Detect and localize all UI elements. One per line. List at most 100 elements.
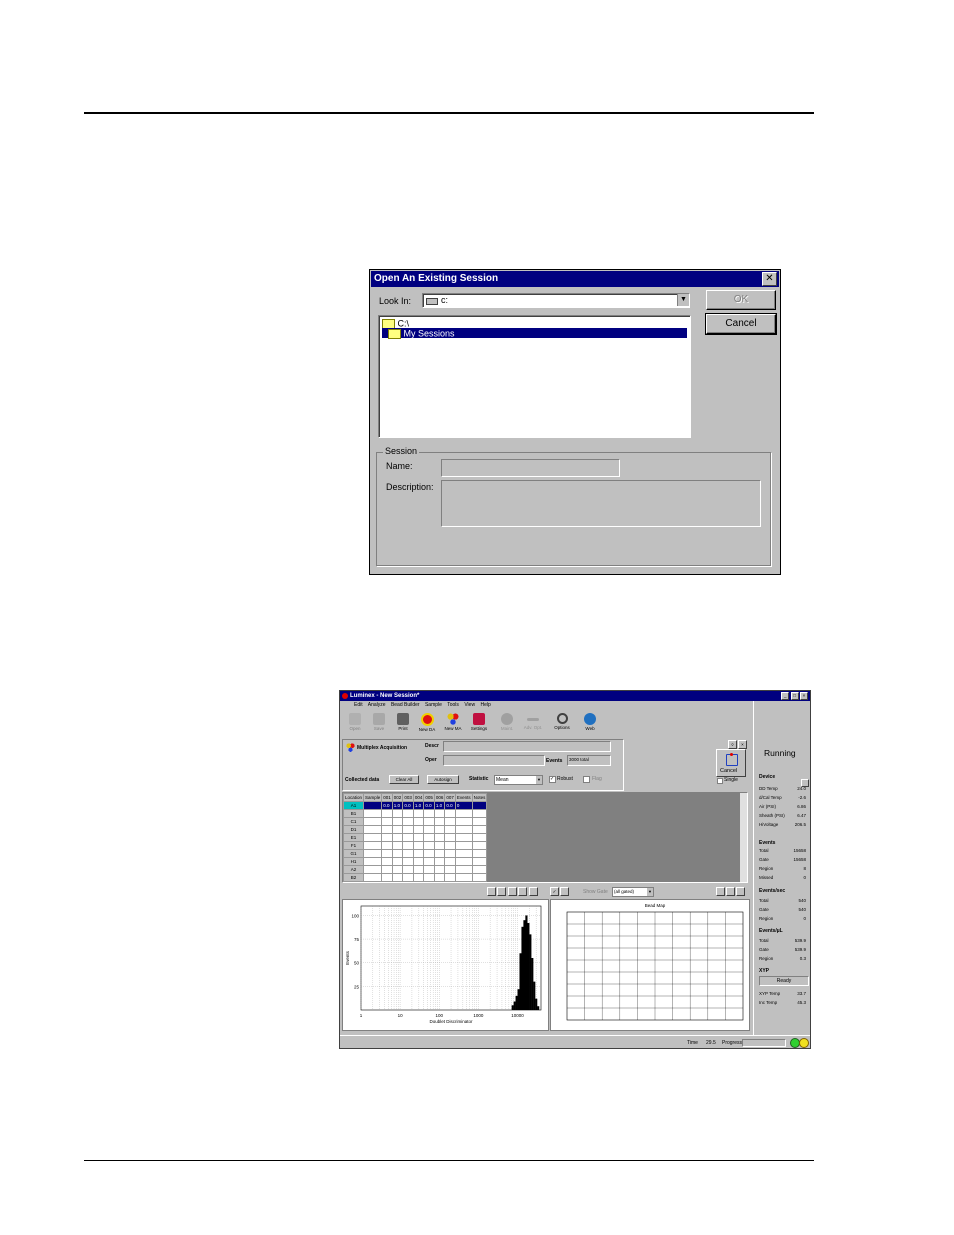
grid-header-cell[interactable]: Location <box>343 793 365 802</box>
dialog-close-icon[interactable]: ✕ <box>762 272 777 286</box>
grid-cell[interactable] <box>402 865 414 874</box>
grid-cell[interactable] <box>423 841 435 850</box>
grid-cell[interactable] <box>471 849 488 858</box>
grid-cell[interactable] <box>454 849 473 858</box>
menu-bead-builder[interactable]: Bead Builder <box>391 702 420 708</box>
open-button[interactable]: Open <box>343 712 367 736</box>
grid-cell[interactable] <box>412 833 425 842</box>
grid-cell[interactable] <box>471 801 488 810</box>
grid-cell[interactable] <box>412 857 425 866</box>
grid-cell[interactable] <box>363 817 383 826</box>
grid-cell[interactable] <box>423 809 435 818</box>
grid-cell[interactable] <box>444 825 456 834</box>
grid-cell[interactable] <box>454 857 473 866</box>
grid-cell[interactable]: 0 <box>454 801 473 810</box>
ok-button[interactable]: OK <box>706 290 776 310</box>
menu-view[interactable]: View <box>464 702 475 708</box>
grid-cell[interactable] <box>402 849 414 858</box>
folder-tree[interactable]: C:\ My Sessions <box>378 315 691 438</box>
grid-cell[interactable] <box>402 825 414 834</box>
pin-icon[interactable]: ◊ <box>728 740 737 749</box>
oper-field[interactable] <box>443 755 545 766</box>
grid-cell[interactable] <box>412 817 425 826</box>
statistic-select[interactable]: Mean ▼ <box>494 775 543 785</box>
grid-cell[interactable] <box>433 865 446 874</box>
zoom-y-icon[interactable] <box>497 887 507 896</box>
grid-cell[interactable] <box>391 849 404 858</box>
web-button[interactable]: Web <box>578 712 602 736</box>
grid-header-cell[interactable]: 004 <box>412 793 425 802</box>
grid-cell[interactable] <box>454 873 473 882</box>
grid-cell[interactable] <box>402 833 414 842</box>
grid-cell[interactable] <box>471 833 488 842</box>
grid-header-cell[interactable]: 005 <box>423 793 435 802</box>
zoom-icon[interactable] <box>716 887 725 896</box>
table-row[interactable]: B2 <box>343 873 488 882</box>
grid-cell[interactable] <box>363 833 383 842</box>
chevron-down-icon[interactable]: ▼ <box>647 888 653 896</box>
grid-cell[interactable] <box>412 825 425 834</box>
single-checkbox[interactable] <box>717 778 723 784</box>
grid-cell[interactable] <box>412 865 425 874</box>
grid-cell[interactable] <box>391 833 404 842</box>
grid-cell[interactable] <box>471 873 488 882</box>
flag-checkbox[interactable] <box>583 776 590 783</box>
grid-cell[interactable] <box>402 817 414 826</box>
table-row[interactable]: A1 0.0 1.0 0.0 1.0 0.0 1.0 0.0 0 <box>343 801 488 810</box>
table-row[interactable]: G1 <box>343 849 488 858</box>
grid-cell[interactable] <box>381 857 393 866</box>
grid-cell[interactable] <box>391 865 404 874</box>
grid-cell[interactable] <box>381 873 393 882</box>
grid-cell[interactable] <box>444 849 456 858</box>
grid-cell[interactable] <box>381 865 393 874</box>
region-tool-icon[interactable] <box>560 887 569 896</box>
grid-cell[interactable] <box>402 873 414 882</box>
grid-cell[interactable] <box>471 809 488 818</box>
grid-cell[interactable] <box>363 825 383 834</box>
grid-cell[interactable] <box>363 849 383 858</box>
new-da-button[interactable]: New DA <box>415 712 439 736</box>
grid-cell[interactable] <box>454 865 473 874</box>
autosign-button[interactable]: Autosign <box>427 775 459 784</box>
grid-cell[interactable] <box>363 873 383 882</box>
chart-icon[interactable] <box>726 887 735 896</box>
grid-cell[interactable] <box>471 865 488 874</box>
panel-close-icon[interactable]: × <box>738 740 747 749</box>
grid-cell[interactable] <box>433 809 446 818</box>
table-row[interactable]: H1 <box>343 857 488 866</box>
close-icon[interactable]: × <box>800 692 808 700</box>
options-button[interactable]: Options <box>550 712 574 736</box>
description-field[interactable] <box>441 480 761 527</box>
tree-item-my-sessions[interactable]: My Sessions <box>382 328 687 339</box>
grid-header-cell[interactable]: 007 <box>444 793 456 802</box>
menu-tools[interactable]: Tools <box>447 702 459 708</box>
grid-cell[interactable] <box>444 809 456 818</box>
table-row[interactable]: A2 <box>343 865 488 874</box>
chart-icon[interactable] <box>518 887 528 896</box>
table-row[interactable]: D1 <box>343 825 488 834</box>
grid-cell[interactable] <box>391 825 404 834</box>
grid-cell[interactable] <box>391 873 404 882</box>
grid-cell[interactable] <box>433 849 446 858</box>
grid-cell[interactable] <box>391 857 404 866</box>
grid-cell[interactable] <box>363 841 383 850</box>
grid-cell[interactable] <box>381 833 393 842</box>
grid-cell[interactable]: 0.0 <box>402 801 414 810</box>
descr-field[interactable] <box>443 741 611 752</box>
grid-cell[interactable] <box>381 817 393 826</box>
home-icon[interactable] <box>528 887 538 896</box>
grid-cell[interactable] <box>444 865 456 874</box>
zoom-x-icon[interactable] <box>487 887 496 896</box>
name-field[interactable] <box>441 459 620 477</box>
grid-cell[interactable]: 1.0 <box>391 801 404 810</box>
table-row[interactable]: E1 <box>343 833 488 842</box>
cancel-run-button[interactable]: Cancel <box>716 749 746 777</box>
grid-cell[interactable] <box>471 841 488 850</box>
grid-cell[interactable] <box>471 817 488 826</box>
grid-cell[interactable] <box>444 833 456 842</box>
grid-cell[interactable] <box>391 817 404 826</box>
grid-cell[interactable] <box>402 841 414 850</box>
grid-cell[interactable] <box>391 809 404 818</box>
grid-cell[interactable] <box>454 833 473 842</box>
grid-cell[interactable] <box>412 841 425 850</box>
